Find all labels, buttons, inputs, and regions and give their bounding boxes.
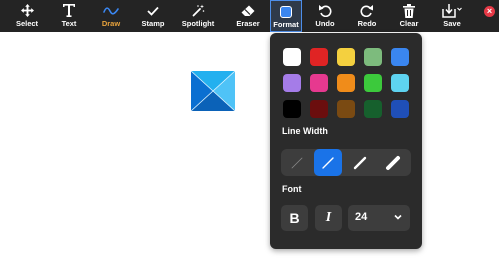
color-swatch[interactable] xyxy=(391,74,409,92)
tool-label: Save xyxy=(443,19,461,28)
font-size-select[interactable]: 24 xyxy=(348,205,410,231)
color-swatch[interactable] xyxy=(364,74,382,92)
tool-redo[interactable]: Redo xyxy=(354,0,380,32)
text-t-icon xyxy=(56,2,82,19)
tool-label: Stamp xyxy=(141,19,165,28)
tool-label: Text xyxy=(61,19,77,28)
format-color-icon xyxy=(271,3,301,20)
tool-eraser[interactable]: Eraser xyxy=(235,0,261,32)
redo-arrow-icon xyxy=(354,2,380,19)
eraser-icon xyxy=(235,2,261,19)
color-swatch[interactable] xyxy=(283,74,301,92)
font-size-value: 24 xyxy=(355,211,368,223)
tool-label: Spotlight xyxy=(181,19,215,28)
chevron-down-icon xyxy=(394,214,402,220)
color-swatch[interactable] xyxy=(310,48,328,66)
move-arrows-icon xyxy=(13,2,41,19)
color-swatch[interactable] xyxy=(391,48,409,66)
trash-icon xyxy=(396,2,422,19)
color-swatch[interactable] xyxy=(337,74,355,92)
color-swatch[interactable] xyxy=(391,100,409,118)
tool-label: Select xyxy=(15,19,39,28)
font-label: Font xyxy=(282,184,302,194)
line-width-thick-button[interactable] xyxy=(379,149,407,176)
windows-logo-icon xyxy=(191,71,235,111)
italic-button[interactable]: I xyxy=(315,205,342,231)
undo-arrow-icon xyxy=(312,2,338,19)
tool-label: Clear xyxy=(399,19,419,28)
close-icon[interactable]: × xyxy=(484,6,495,17)
tool-format[interactable]: Format xyxy=(270,0,302,32)
color-swatch[interactable] xyxy=(283,48,301,66)
tool-draw[interactable]: Draw xyxy=(97,0,125,32)
line-width-thinnest-button[interactable] xyxy=(283,149,311,176)
tool-undo[interactable]: Undo xyxy=(312,0,338,32)
squiggle-line-icon xyxy=(97,2,125,19)
tool-select[interactable]: Select xyxy=(13,0,41,32)
annotation-window: Select Text Draw Stamp Spotlight Eraser … xyxy=(0,0,499,259)
line-width-selector xyxy=(281,149,411,176)
tool-text[interactable]: Text xyxy=(56,0,82,32)
tool-stamp[interactable]: Stamp xyxy=(140,0,166,32)
color-swatch[interactable] xyxy=(337,100,355,118)
color-swatch[interactable] xyxy=(364,100,382,118)
annotation-toolbar: Select Text Draw Stamp Spotlight Eraser … xyxy=(0,0,499,32)
color-swatch[interactable] xyxy=(310,100,328,118)
line-width-medium-button[interactable] xyxy=(346,149,374,176)
line-width-label: Line Width xyxy=(282,126,328,136)
save-download-icon xyxy=(438,2,466,19)
tool-label: Eraser xyxy=(236,19,260,28)
color-swatch[interactable] xyxy=(364,48,382,66)
magic-wand-icon xyxy=(181,2,215,19)
tool-label: Format xyxy=(273,20,299,29)
tool-spotlight[interactable]: Spotlight xyxy=(181,0,215,32)
tool-save[interactable]: Save xyxy=(438,0,466,32)
tool-label: Undo xyxy=(315,19,335,28)
color-swatch[interactable] xyxy=(310,74,328,92)
tool-clear[interactable]: Clear xyxy=(396,0,422,32)
color-swatch[interactable] xyxy=(283,100,301,118)
tool-label: Draw xyxy=(101,19,121,28)
format-popup: Line Width Font B I 24 xyxy=(270,33,422,249)
tool-label: Redo xyxy=(357,19,377,28)
line-width-thin-button[interactable] xyxy=(314,149,342,176)
bold-button[interactable]: B xyxy=(281,205,308,231)
checkmark-icon xyxy=(140,2,166,19)
color-swatch[interactable] xyxy=(337,48,355,66)
